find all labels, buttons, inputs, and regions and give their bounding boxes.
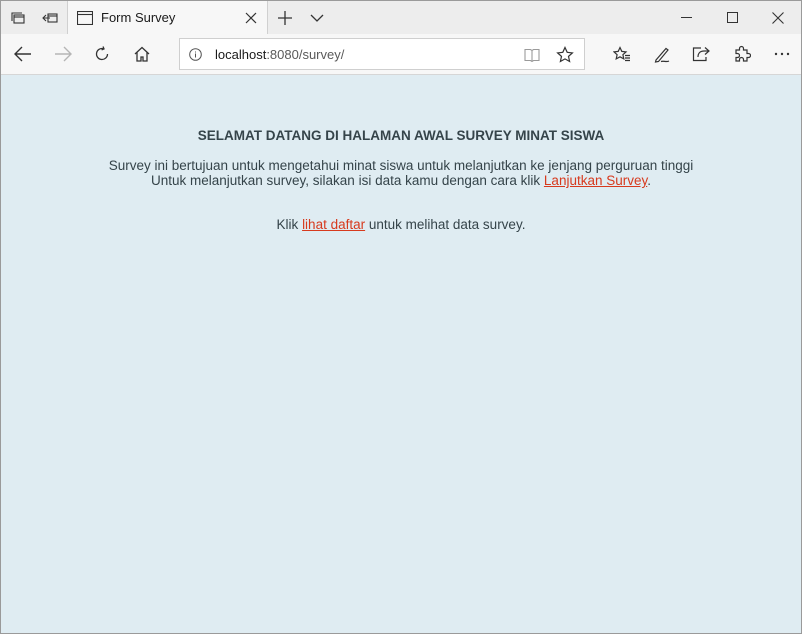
arrow-left-icon[interactable] xyxy=(3,34,43,74)
page-content: SELAMAT DATANG DI HALAMAN AWAL SURVEY MI… xyxy=(1,76,801,633)
star-icon[interactable] xyxy=(556,46,574,64)
refresh-icon[interactable] xyxy=(82,34,122,74)
tabs-aside-icon[interactable] xyxy=(2,1,34,34)
chevron-down-icon[interactable] xyxy=(301,1,333,34)
navigation-bar: localhost:8080/survey/ xyxy=(1,34,801,75)
puzzle-icon[interactable] xyxy=(722,34,762,74)
url-path: :8080/survey/ xyxy=(266,47,345,62)
share-icon[interactable] xyxy=(681,34,721,74)
instruction-prefix: Untuk melanjutkan survey, silakan isi da… xyxy=(150,173,544,188)
favorites-icon[interactable] xyxy=(602,34,642,74)
list-suffix: untuk melihat data survey. xyxy=(365,217,526,232)
set-tabs-aside-icon[interactable] xyxy=(34,1,66,34)
intro-text: Survey ini bertujuan untuk mengetahui mi… xyxy=(108,158,694,173)
more-icon[interactable] xyxy=(762,34,801,74)
continue-survey-link[interactable]: Lanjutkan Survey xyxy=(544,173,647,188)
plus-icon[interactable] xyxy=(269,1,301,34)
instruction-suffix: . xyxy=(647,173,652,188)
page-icon xyxy=(77,11,93,25)
arrow-right-icon[interactable] xyxy=(43,34,83,74)
browser-window: Form Survey localhost:8080/survey/ SELAM… xyxy=(0,0,802,634)
pen-icon[interactable] xyxy=(642,34,682,74)
maximize-button[interactable] xyxy=(709,1,755,34)
minimize-button[interactable] xyxy=(663,1,709,34)
title-bar: Form Survey xyxy=(1,1,801,35)
instruction-text: Untuk melanjutkan survey, silakan isi da… xyxy=(1,173,801,188)
tab-form-survey[interactable]: Form Survey xyxy=(67,1,268,35)
view-list-link[interactable]: lihat daftar xyxy=(302,217,365,232)
url-text[interactable]: localhost:8080/survey/ xyxy=(215,47,344,62)
url-host: localhost xyxy=(215,47,267,62)
close-tab-icon[interactable] xyxy=(242,9,260,27)
home-icon[interactable] xyxy=(122,34,162,74)
close-window-button[interactable] xyxy=(755,1,801,34)
page-title: SELAMAT DATANG DI HALAMAN AWAL SURVEY MI… xyxy=(197,128,605,143)
info-icon[interactable] xyxy=(189,48,202,61)
address-bar[interactable]: localhost:8080/survey/ xyxy=(179,38,585,70)
reading-view-icon[interactable] xyxy=(524,47,540,63)
list-prefix: Klik xyxy=(276,217,303,232)
list-text: Klik lihat daftar untuk melihat data sur… xyxy=(1,217,801,232)
tab-title: Form Survey xyxy=(101,10,176,25)
